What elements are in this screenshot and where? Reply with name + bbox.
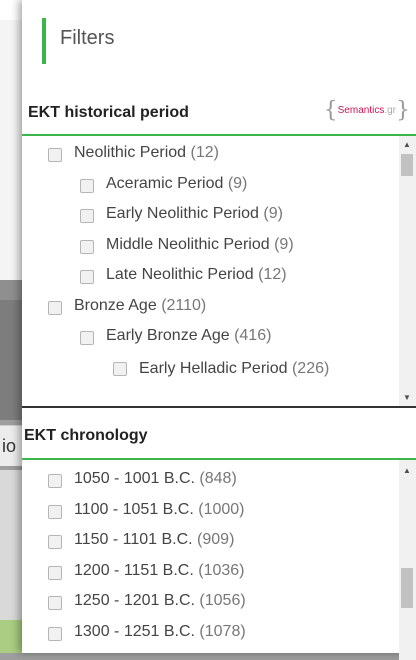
checkbox[interactable] xyxy=(80,270,94,284)
chronology-section-header: EKT chronology xyxy=(22,408,416,460)
historical-section-header: EKT historical period { Semantics .gr } xyxy=(22,82,416,136)
checkbox[interactable] xyxy=(80,209,94,223)
checkbox[interactable] xyxy=(80,239,94,254)
list-item[interactable]: Middle Neolithic Period (9) xyxy=(22,236,416,267)
list-item[interactable]: Late Neolithic Period (12) xyxy=(22,266,416,297)
chronology-scrollbar[interactable]: ▲ xyxy=(399,460,416,660)
checkbox[interactable] xyxy=(48,535,62,549)
scroll-up-icon[interactable]: ▲ xyxy=(403,466,411,475)
scroll-up-icon[interactable]: ▲ xyxy=(403,140,411,149)
accent-bar xyxy=(42,18,46,64)
checkbox[interactable] xyxy=(48,300,62,315)
background-cut-text: io xyxy=(2,436,17,456)
checkbox[interactable] xyxy=(48,474,62,488)
scroll-thumb[interactable] xyxy=(401,154,413,176)
semantics-logo[interactable]: { Semantics .gr } xyxy=(324,98,410,123)
list-item[interactable]: 1100 - 1051 B.C. (1000) xyxy=(22,501,416,532)
checkbox[interactable] xyxy=(48,565,62,580)
logo-suffix: .gr xyxy=(384,104,396,116)
list-item[interactable]: 1300 - 1251 B.C. (1078) xyxy=(22,623,416,654)
checkbox[interactable] xyxy=(80,178,94,193)
logo-text: Semantics xyxy=(337,104,385,116)
checkbox[interactable] xyxy=(48,626,62,641)
scroll-thumb[interactable] xyxy=(401,568,413,608)
historical-list: Neolithic Period (12) Aceramic Period (9… xyxy=(22,136,416,406)
filters-header: Filters xyxy=(22,0,416,82)
filters-panel: Filters EKT historical period { Semantic… xyxy=(22,0,416,660)
checkbox[interactable] xyxy=(48,148,62,162)
checkbox[interactable] xyxy=(48,596,62,610)
list-item[interactable]: 1250 - 1201 B.C. (1056) xyxy=(22,592,416,623)
list-item[interactable]: Aceramic Period (9) xyxy=(22,175,416,206)
list-item[interactable]: 1050 - 1001 B.C. (848) xyxy=(22,470,416,501)
historical-title: EKT historical period xyxy=(28,104,189,121)
list-item[interactable]: Bronze Age (2110) xyxy=(22,297,416,328)
filters-title: Filters xyxy=(60,27,115,49)
scroll-down-icon[interactable]: ▼ xyxy=(403,393,411,402)
checkbox[interactable] xyxy=(48,504,62,519)
checkbox[interactable] xyxy=(113,361,127,376)
list-item[interactable]: 1200 - 1151 B.C. (1036) xyxy=(22,562,416,593)
checkbox[interactable] xyxy=(80,331,94,345)
chronology-title: EKT chronology xyxy=(24,427,148,444)
list-item[interactable]: 1150 - 1101 B.C. (909) xyxy=(22,531,416,562)
historical-scrollbar[interactable]: ▲ ▼ xyxy=(399,136,416,406)
list-item[interactable]: Early Helladic Period (226) xyxy=(22,358,416,389)
list-item[interactable]: Neolithic Period (12) xyxy=(22,144,416,175)
list-item[interactable]: Early Bronze Age (416) xyxy=(22,327,416,358)
chronology-list: 1050 - 1001 B.C. (848) 1100 - 1051 B.C. … xyxy=(22,460,416,660)
list-item[interactable]: Early Neolithic Period (9) xyxy=(22,205,416,236)
